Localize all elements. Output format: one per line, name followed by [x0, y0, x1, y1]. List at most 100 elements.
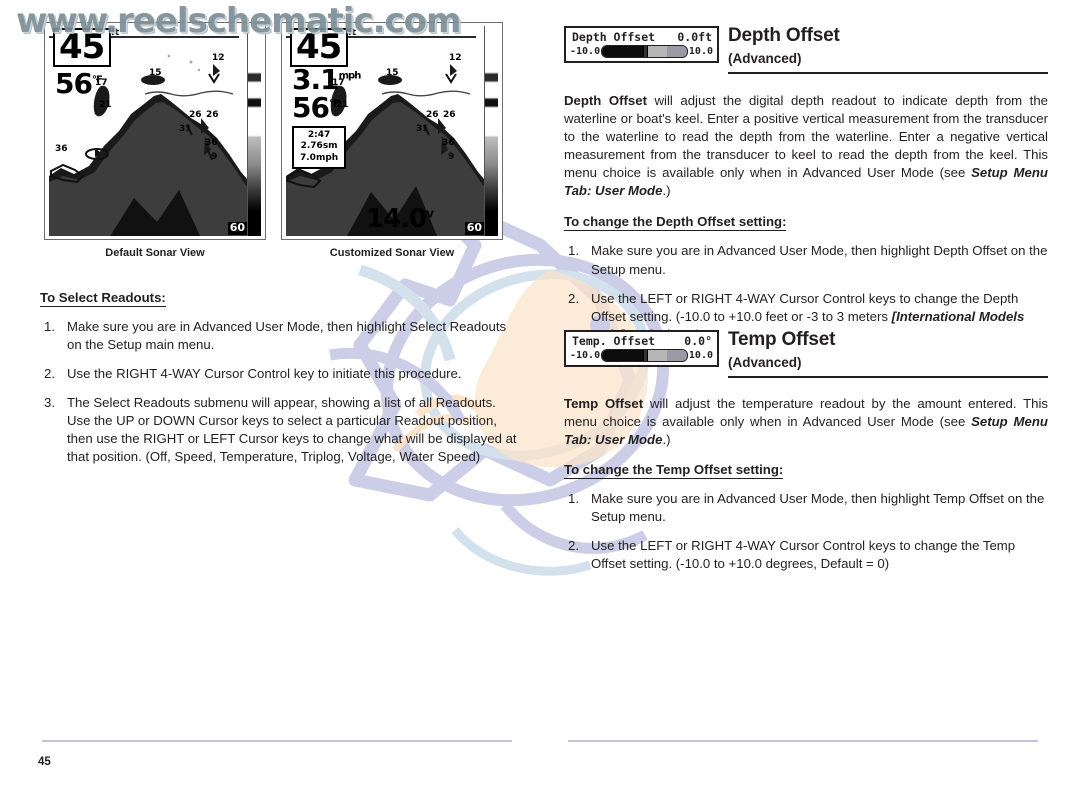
- manual-page-spread: www.reelschematic.com 45 ft 56°F 36 17 2…: [0, 0, 1080, 788]
- body-lead-term: Temp Offset: [564, 396, 644, 411]
- widget-slider-handle[interactable]: [642, 46, 648, 57]
- fish-depth-label: 21: [336, 100, 349, 110]
- widget-slider-fill: [602, 350, 645, 361]
- triplog-time: 2:47: [307, 130, 331, 140]
- fish-depth-label: 36: [55, 144, 68, 154]
- section-title: Depth Offset: [728, 25, 840, 46]
- temp-offset-section: Temp. Offset 0.0° -10.0 10.0 Temp Offset: [564, 330, 1048, 574]
- list-item: 1. Make sure you are in Advanced User Mo…: [564, 242, 1048, 278]
- depth-offset-menu-widget[interactable]: Depth Offset 0.0ft -10.0 10.0: [564, 26, 719, 63]
- widget-slider-handle[interactable]: [642, 350, 648, 361]
- voltage-readout: 14.0V: [366, 204, 434, 234]
- fish-depth-label: 31: [416, 124, 429, 134]
- fish-depth-label: 15: [386, 68, 399, 78]
- list-item: 2. Use the RIGHT 4-WAY Cursor Control ke…: [40, 365, 518, 383]
- triplog-distance: 2.76sm: [300, 141, 338, 152]
- fish-depth-label: 26: [443, 110, 456, 120]
- section-advanced-label: (Advanced): [728, 355, 802, 370]
- widget-max-label: 10.0: [688, 46, 713, 57]
- temp-offset-body: Temp Offset will adjust the temperature …: [564, 395, 1048, 449]
- sonar-screen-default: 45 ft 56°F 36 17 21 15 12 26 26 31 36 9 …: [44, 22, 266, 240]
- section-title: Temp Offset: [728, 329, 836, 350]
- footer-rule: [568, 740, 1038, 742]
- temp-offset-header: Temp. Offset 0.0° -10.0 10.0 Temp Offset: [564, 330, 1048, 382]
- fish-depth-label: 36: [205, 138, 218, 148]
- list-number: 1.: [568, 491, 579, 507]
- list-number: 2.: [568, 290, 579, 306]
- widget-value: 0.0ft: [677, 30, 712, 44]
- list-item: 1. Make sure you are in Advanced User Mo…: [40, 318, 518, 354]
- temp-offset-menu-widget[interactable]: Temp. Offset 0.0° -10.0 10.0: [564, 330, 719, 367]
- widget-slider-shade: [666, 350, 687, 361]
- list-number: 1.: [44, 319, 55, 334]
- list-item: 2. Use the LEFT or RIGHT 4-WAY Cursor Co…: [564, 537, 1048, 573]
- fish-depth-label: 12: [449, 53, 462, 63]
- body-tail: .): [662, 432, 671, 448]
- fish-depth-label: 15: [149, 68, 162, 78]
- right-page: Depth Offset 0.0ft -10.0 10.0 Depth Offs…: [556, 0, 1056, 788]
- list-item: 3. The Select Readouts submenu will appe…: [40, 394, 518, 466]
- widget-label-row: Temp. Offset 0.0°: [569, 334, 714, 349]
- section-advanced-label: (Advanced): [728, 51, 802, 66]
- sonar-realtime-strip: [485, 26, 498, 236]
- widget-slider-fill: [602, 46, 645, 57]
- fish-depth-label: 9: [448, 152, 455, 162]
- depth-offset-steps-heading: To change the Depth Offset setting:: [564, 214, 787, 232]
- fish-depth-label: 31: [179, 124, 192, 134]
- widget-slider-row[interactable]: -10.0 10.0: [569, 349, 714, 362]
- fish-depth-label: 36: [442, 138, 455, 148]
- list-text: Use the RIGHT 4-WAY Cursor Control key t…: [67, 366, 462, 382]
- fish-depth-label: 26: [189, 110, 202, 120]
- fish-depth-label: 26: [426, 110, 439, 120]
- list-number: 1.: [568, 243, 579, 259]
- widget-slider-track[interactable]: [601, 45, 688, 58]
- fish-depth-label: 21: [99, 100, 112, 110]
- list-text: Make sure you are in Advanced User Mode,…: [67, 319, 507, 353]
- widget-slider-row[interactable]: -10.0 10.0: [569, 45, 714, 58]
- page-number-left: 45: [38, 756, 51, 768]
- depth-offset-section: Depth Offset 0.0ft -10.0 10.0 Depth Offs…: [564, 26, 1048, 344]
- figure-default-sonar: 45 ft 56°F 36 17 21 15 12 26 26 31 36 9 …: [44, 22, 266, 259]
- widget-min-label: -10.0: [570, 46, 601, 57]
- widget-slider-shade: [666, 46, 687, 57]
- fish-depth-label: 12: [212, 53, 225, 63]
- list-item: 1. Make sure you are in Advanced User Mo…: [564, 490, 1048, 526]
- temp-offset-steps: 1. Make sure you are in Advanced User Mo…: [564, 490, 1048, 573]
- triplog-readout: 2:47 2.76sm 7.0mph: [292, 126, 347, 169]
- fish-depth-label: 26: [206, 110, 219, 120]
- list-number: 3.: [44, 395, 55, 411]
- widget-label-row: Depth Offset 0.0ft: [569, 30, 714, 45]
- widget-label: Temp. Offset: [572, 334, 656, 348]
- body-lead-term: Depth Offset: [564, 93, 647, 108]
- fish-depth-label: 17: [95, 78, 108, 88]
- widget-min-label: -10.0: [570, 350, 601, 361]
- select-readouts-block: To Select Readouts: 1. Make sure you are…: [40, 289, 518, 467]
- list-text: The Select Readouts submenu will appear,…: [67, 395, 517, 465]
- select-readouts-heading: To Select Readouts:: [40, 290, 166, 307]
- list-text: Make sure you are in Advanced User Mode,…: [591, 491, 1045, 525]
- widget-label: Depth Offset: [572, 30, 656, 44]
- figure-caption: Default Sonar View: [105, 247, 205, 259]
- sonar-realtime-strip: [248, 26, 261, 236]
- widget-slider-track[interactable]: [601, 349, 688, 362]
- widget-max-label: 10.0: [688, 350, 713, 361]
- left-page: 45 ft 56°F 36 17 21 15 12 26 26 31 36 9 …: [28, 0, 528, 788]
- footer-rule: [42, 740, 512, 742]
- depth-offset-header: Depth Offset 0.0ft -10.0 10.0 Depth Offs…: [564, 26, 1048, 78]
- list-text: Make sure you are in Advanced User Mode,…: [591, 243, 1048, 277]
- fish-depth-label: 17: [332, 78, 345, 88]
- section-rule: [728, 72, 1048, 74]
- section-rule: [728, 376, 1048, 378]
- range-readout-customized: 60: [464, 221, 484, 235]
- fish-depth-label: 9: [211, 152, 218, 162]
- temp-offset-steps-heading: To change the Temp Offset setting:: [564, 462, 784, 480]
- list-text: Use the LEFT or RIGHT 4-WAY Cursor Contr…: [591, 538, 1016, 572]
- temp-readout-customized: 56°F: [292, 91, 340, 124]
- speed-readout: 3.1mph: [292, 63, 361, 96]
- depth-offset-body: Depth Offset will adjust the digital dep…: [564, 92, 1048, 200]
- range-readout-default: 60: [227, 221, 247, 235]
- list-number: 2.: [568, 538, 579, 554]
- sonar-screen-customized: 45 ft 3.1mph 56°F 2:47 2.76sm 7.0mph 14.…: [281, 22, 503, 240]
- list-number: 2.: [44, 366, 55, 382]
- site-watermark-text: www.reelschematic.com: [16, 1, 461, 41]
